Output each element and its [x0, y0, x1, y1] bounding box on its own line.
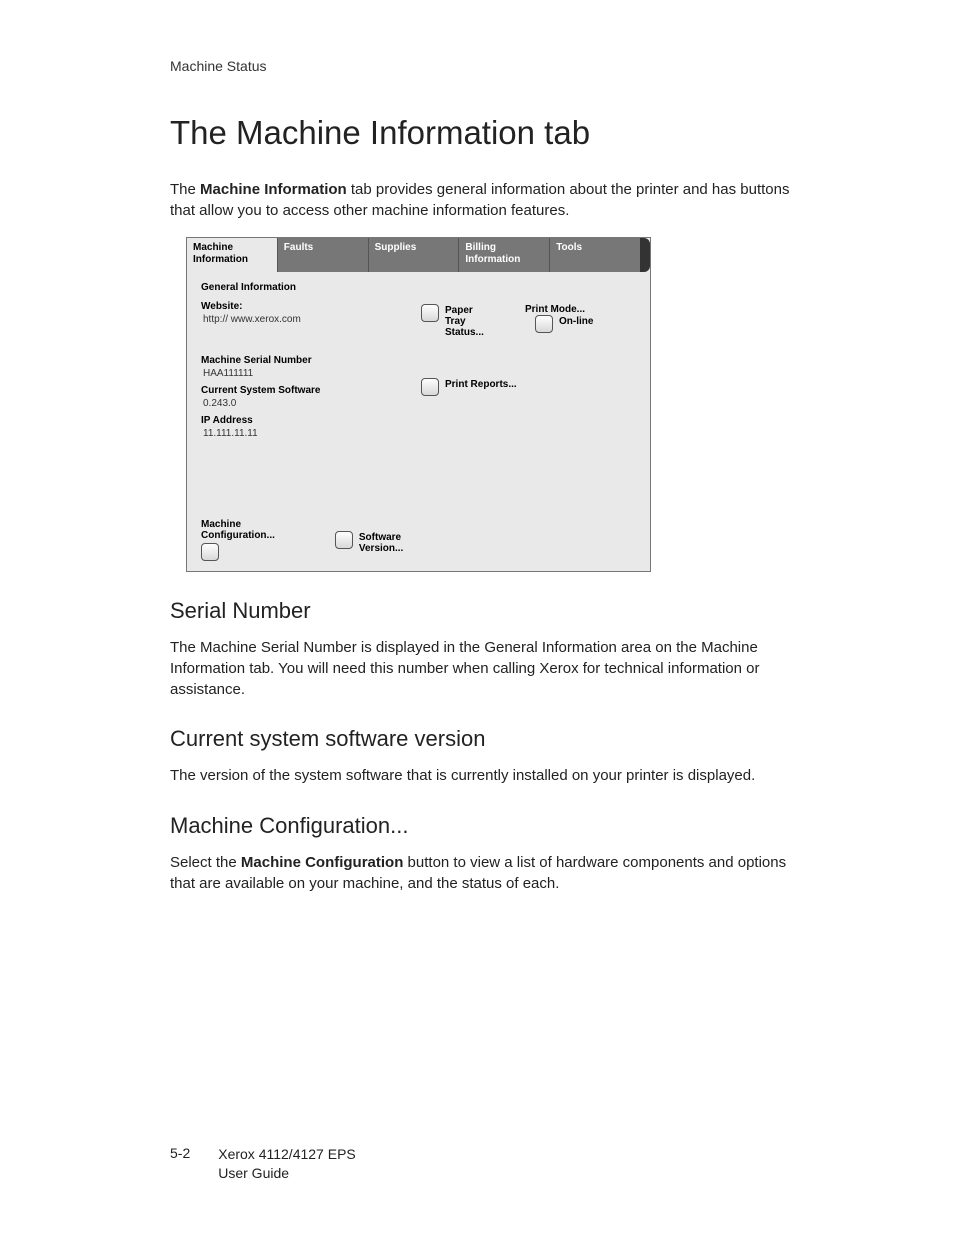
- machine-info-ui-panel: Machine Information Faults Supplies Bill…: [186, 237, 651, 572]
- general-info-pane: General Information Website: http:// www…: [187, 272, 407, 571]
- page-footer: 5-2 Xerox 4112/4127 EPS User Guide: [170, 1145, 356, 1183]
- website-label: Website:: [201, 301, 396, 312]
- footer-line-2: User Guide: [218, 1164, 356, 1183]
- software-label: Current System Software: [201, 385, 396, 396]
- machine-configuration-label: Machine Configuration...: [201, 519, 275, 541]
- tab-tools[interactable]: Tools: [550, 238, 640, 272]
- intro-paragraph: The Machine Information tab provides gen…: [170, 180, 804, 221]
- tab-billing-information[interactable]: Billing Information: [459, 238, 550, 272]
- right-pane: Paper Tray Status... Print Mode... On-li…: [407, 272, 650, 571]
- tab-end-cap: [640, 238, 650, 272]
- cfg-text-a: Select the: [170, 854, 241, 871]
- website-value: http:// www.xerox.com: [203, 314, 396, 325]
- software-value: 0.243.0: [203, 398, 396, 409]
- button-icon: [201, 543, 219, 561]
- intro-bold: Machine Information: [200, 181, 347, 198]
- tab-bar: Machine Information Faults Supplies Bill…: [187, 238, 650, 272]
- cfg-bold: Machine Configuration: [241, 854, 404, 871]
- tab-machine-information[interactable]: Machine Information: [187, 238, 278, 272]
- software-version-button[interactable]: Software Version...: [335, 531, 406, 561]
- software-version-paragraph: The version of the system software that …: [170, 766, 804, 787]
- paper-tray-status-button[interactable]: Paper Tray Status...: [421, 304, 495, 338]
- software-version-label: Software Version...: [359, 531, 406, 554]
- button-icon: [421, 378, 439, 396]
- print-mode-button[interactable]: On-line: [535, 315, 593, 333]
- print-mode-value: On-line: [559, 315, 593, 327]
- print-mode-label: Print Mode...: [525, 304, 593, 315]
- page-number: 5-2: [170, 1145, 190, 1183]
- ip-label: IP Address: [201, 415, 396, 426]
- machine-configuration-button-group: Machine Configuration...: [201, 519, 275, 561]
- tab-supplies[interactable]: Supplies: [369, 238, 460, 272]
- print-mode-group: Print Mode... On-line: [525, 304, 593, 338]
- intro-text-a: The: [170, 181, 200, 198]
- serial-label: Machine Serial Number: [201, 355, 396, 366]
- print-reports-label: Print Reports...: [445, 378, 517, 390]
- machine-configuration-button[interactable]: [201, 543, 275, 561]
- machine-configuration-paragraph: Select the Machine Configuration button …: [170, 853, 804, 894]
- tab-faults[interactable]: Faults: [278, 238, 369, 272]
- page-title: The Machine Information tab: [170, 114, 804, 152]
- paper-tray-status-label: Paper Tray Status...: [445, 304, 495, 338]
- button-icon: [535, 315, 553, 333]
- ip-value: 11.111.11.11: [203, 428, 396, 439]
- button-icon: [421, 304, 439, 322]
- serial-number-heading: Serial Number: [170, 598, 804, 624]
- software-version-heading: Current system software version: [170, 726, 804, 752]
- serial-number-paragraph: The Machine Serial Number is displayed i…: [170, 638, 804, 700]
- machine-configuration-heading: Machine Configuration...: [170, 813, 804, 839]
- footer-line-1: Xerox 4112/4127 EPS: [218, 1145, 356, 1164]
- general-info-heading: General Information: [201, 282, 396, 293]
- serial-value: HAA111111: [203, 368, 396, 379]
- print-reports-button[interactable]: Print Reports...: [421, 378, 640, 396]
- section-header: Machine Status: [170, 58, 804, 74]
- button-icon: [335, 531, 353, 549]
